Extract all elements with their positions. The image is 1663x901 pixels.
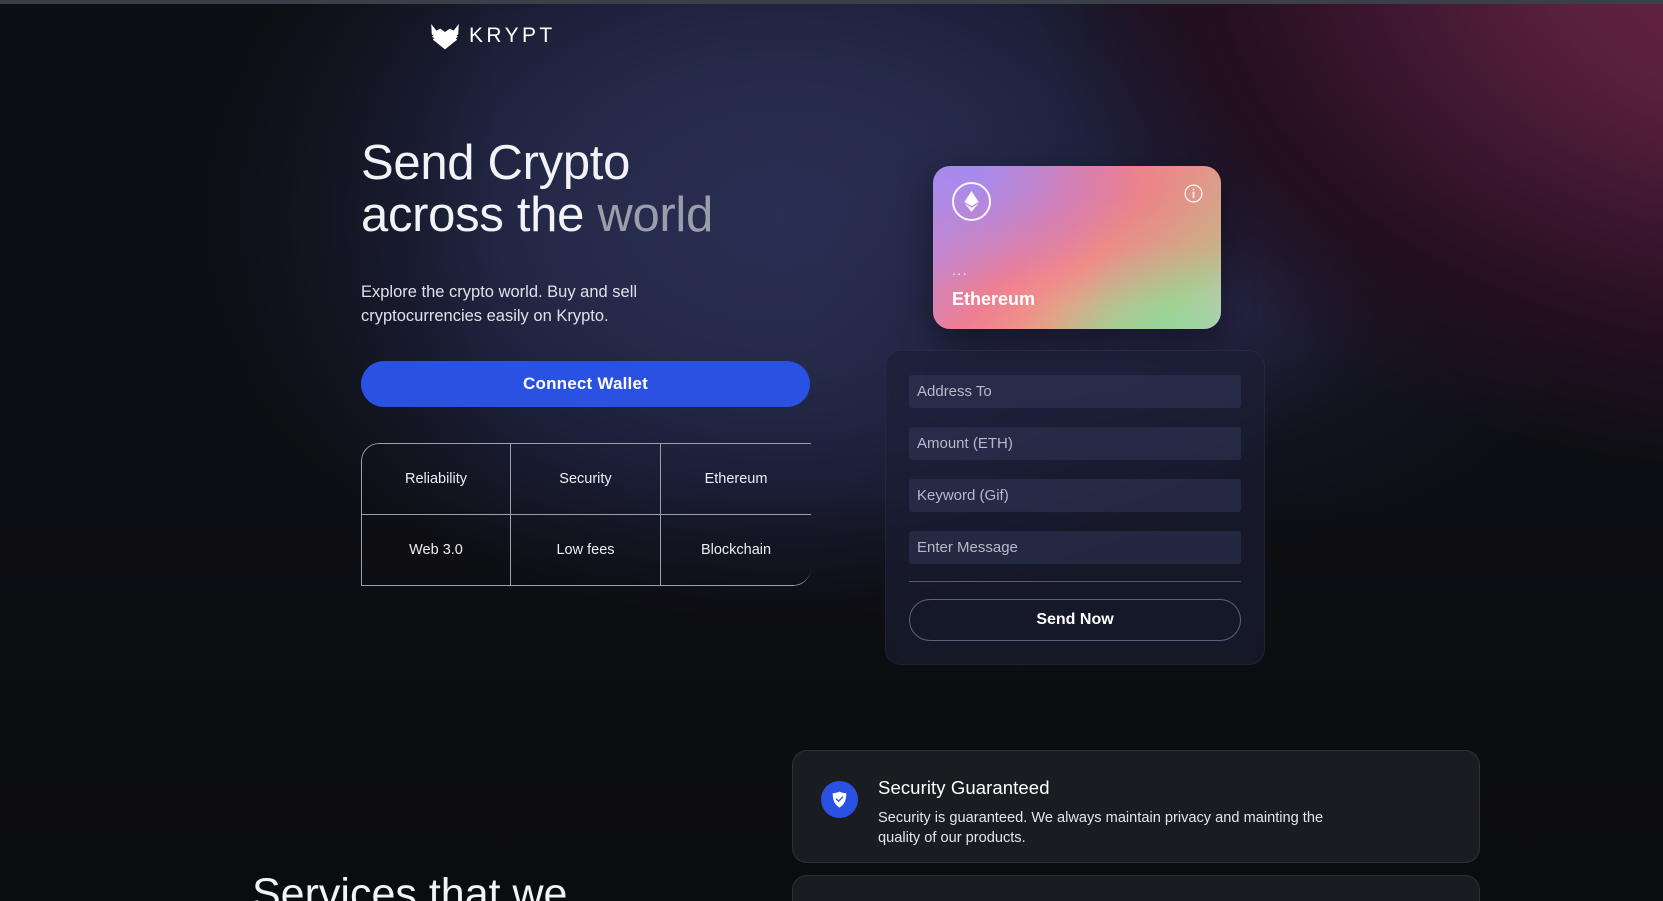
- send-transaction-form: Send Now: [885, 350, 1265, 665]
- ethereum-card-currency: Ethereum: [952, 289, 1036, 309]
- shield-check-icon: [832, 791, 847, 808]
- service-card-title: Security Guaranteed: [878, 777, 1050, 798]
- service-card[interactable]: Best exchange rates Security is guarante…: [792, 875, 1480, 901]
- send-now-button[interactable]: Send Now: [909, 599, 1241, 641]
- address-to-input[interactable]: [909, 375, 1241, 408]
- service-card-description: Security is guaranteed. We always mainta…: [878, 810, 1324, 847]
- feature-cell: Web 3.0: [361, 514, 511, 586]
- page-title: Send Crypto across the world: [361, 136, 831, 242]
- form-divider: [909, 581, 1241, 582]
- hero-title-highlight: world: [597, 187, 713, 242]
- ethereum-card[interactable]: ... Ethereum: [933, 166, 1221, 329]
- feature-cell: Blockchain: [661, 515, 811, 586]
- window-chrome-strip: [0, 0, 1663, 4]
- navbar: KRYPT: [0, 10, 1663, 62]
- connect-wallet-button[interactable]: Connect Wallet: [361, 361, 810, 408]
- ethereum-badge: [952, 182, 991, 221]
- hero-section: Send Crypto across the world Explore the…: [361, 136, 831, 408]
- service-icon-badge: [821, 781, 858, 818]
- keyword-gif-input[interactable]: [909, 479, 1241, 512]
- brand-logo[interactable]: KRYPT: [430, 23, 556, 50]
- feature-cell: Reliability: [361, 443, 511, 515]
- krypt-bat-logo-icon: [430, 23, 460, 50]
- hero-title-line-2: across the: [361, 187, 598, 242]
- hero-title-line-1: Send Crypto: [361, 136, 631, 190]
- service-card[interactable]: Security Guaranteed Security is guarante…: [792, 750, 1480, 863]
- app-root: KRYPT Send Crypto across the world Explo…: [0, 0, 1663, 901]
- feature-cell: Security: [511, 443, 661, 515]
- feature-cell: Low fees: [511, 514, 661, 586]
- feature-grid: Reliability Security Ethereum Web 3.0 Lo…: [361, 443, 811, 586]
- brand-name: KRYPT: [469, 24, 556, 47]
- ethereum-card-dots: ...: [952, 262, 969, 278]
- ethereum-card-content: ... Ethereum: [933, 166, 1221, 329]
- info-circle-icon[interactable]: [1184, 184, 1203, 203]
- service-card-text: Security Guaranteed Security is guarante…: [878, 777, 1451, 846]
- amount-eth-input[interactable]: [909, 427, 1241, 460]
- feature-cell: Ethereum: [661, 443, 811, 515]
- ethereum-diamond-icon: [964, 191, 979, 212]
- hero-subtitle: Explore the crypto world. Buy and sell c…: [361, 282, 638, 326]
- services-section-heading: Services that we: [252, 870, 568, 901]
- message-input[interactable]: [909, 531, 1241, 564]
